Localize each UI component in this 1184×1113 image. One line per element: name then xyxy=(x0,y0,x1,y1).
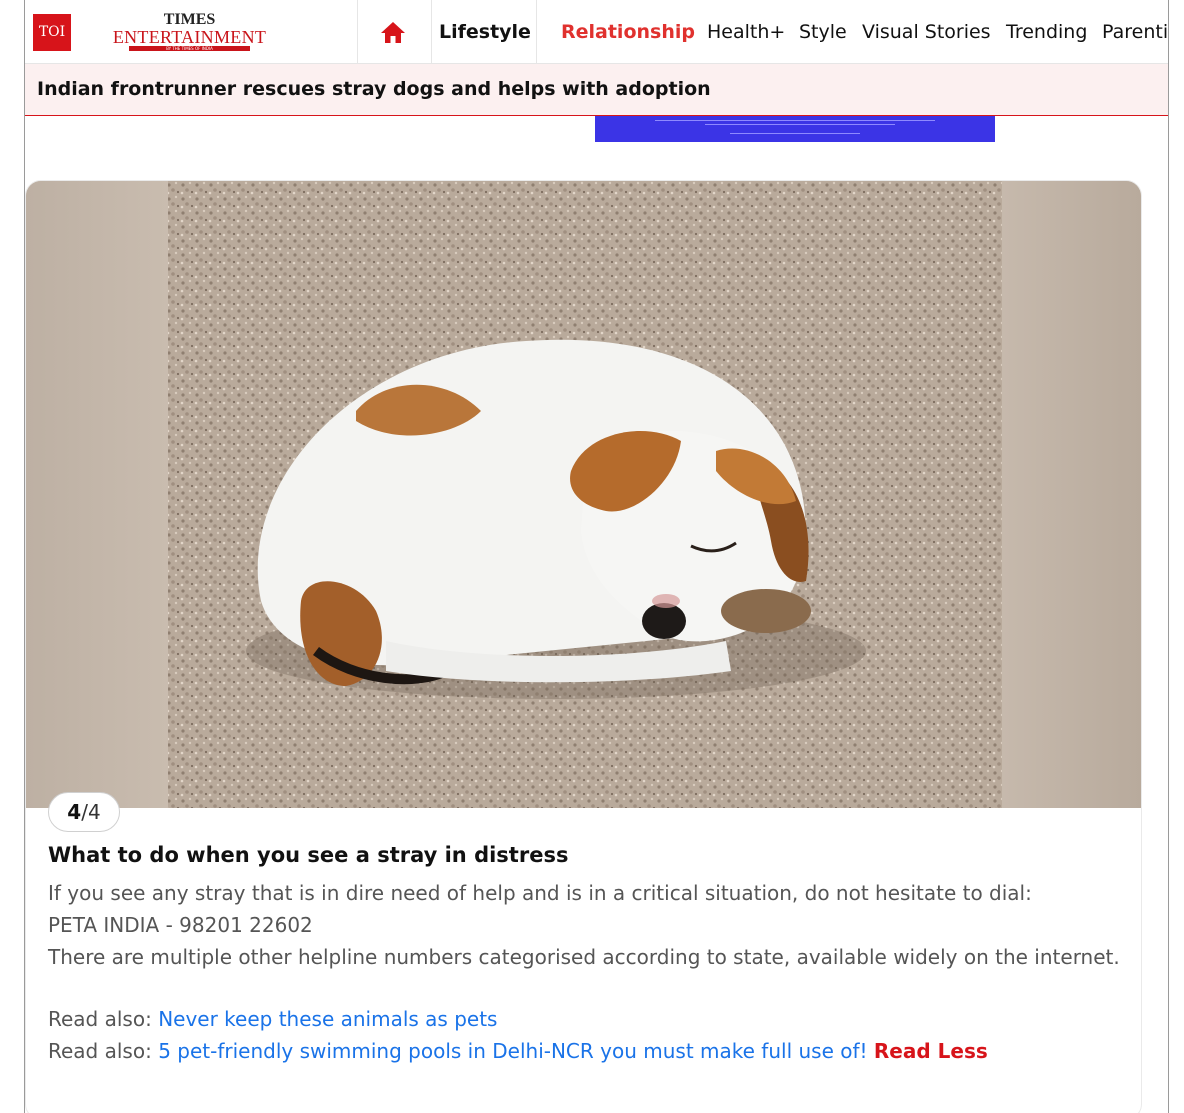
page-frame: TOI TIMES ENTERTAINMENT BY THE TIMES OF … xyxy=(24,0,1169,1113)
slide-title: What to do when you see a stray in distr… xyxy=(48,843,569,867)
home-icon[interactable] xyxy=(380,20,406,44)
nav-item-relationship[interactable]: Relationship xyxy=(561,20,695,44)
nav-item-health-plus[interactable]: Health+ xyxy=(707,20,785,44)
nav-item-style[interactable]: Style xyxy=(799,20,847,44)
slide-counter: 4/4 xyxy=(48,792,120,832)
sticky-headline-bar: Indian frontrunner rescues stray dogs an… xyxy=(25,64,1168,116)
slide-paragraph-2: There are multiple other helpline number… xyxy=(48,945,1120,969)
slide-paragraph-1: If you see any stray that is in dire nee… xyxy=(48,881,1032,905)
read-also-2: Read also: 5 pet-friendly swimming pools… xyxy=(48,1035,1128,1067)
advertisement-banner[interactable] xyxy=(595,116,995,142)
nav-item-trending[interactable]: Trending xyxy=(1006,20,1087,44)
read-less-button[interactable]: Read Less xyxy=(874,1039,988,1063)
times-entertainment-logo[interactable]: TIMES ENTERTAINMENT BY THE TIMES OF INDI… xyxy=(107,12,272,51)
nav-item-lifestyle[interactable]: Lifestyle xyxy=(439,20,531,44)
slide-total: /4 xyxy=(81,800,101,824)
article-headline: Indian frontrunner rescues stray dogs an… xyxy=(37,78,711,100)
read-also-label: Read also: xyxy=(48,1007,152,1031)
nav-divider xyxy=(357,0,358,63)
nav-divider xyxy=(431,0,432,63)
nav-item-visual-stories[interactable]: Visual Stories xyxy=(862,20,991,44)
nav-divider xyxy=(536,0,537,63)
top-navigation: TOI TIMES ENTERTAINMENT BY THE TIMES OF … xyxy=(25,0,1168,64)
read-also-link-animals[interactable]: Never keep these animals as pets xyxy=(158,1007,497,1031)
slide-card: 4/4 What to do when you see a stray in d… xyxy=(25,180,1142,1113)
read-also-label: Read also: xyxy=(48,1039,152,1063)
read-also-1: Read also: Never keep these animals as p… xyxy=(48,1003,1128,1035)
brand-entertainment: ENTERTAINMENT xyxy=(112,27,267,47)
toi-logo[interactable]: TOI xyxy=(33,14,71,51)
slide-content: What to do when you see a stray in distr… xyxy=(48,841,1128,1067)
nav-item-parenting[interactable]: Parenti xyxy=(1102,20,1168,44)
slide-photo-sleeping-dog xyxy=(26,181,1141,808)
read-also-link-pools[interactable]: 5 pet-friendly swimming pools in Delhi-N… xyxy=(158,1039,867,1063)
slide-current: 4 xyxy=(67,800,82,824)
brand-times: TIMES xyxy=(163,11,216,28)
slide-helpline: PETA INDIA - 98201 22602 xyxy=(48,913,313,937)
